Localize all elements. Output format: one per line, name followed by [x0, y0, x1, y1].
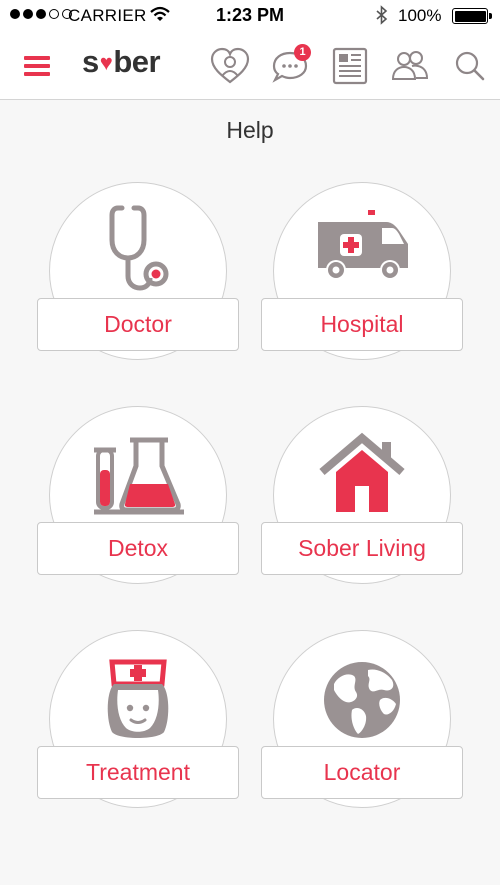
page-title: Help — [226, 117, 274, 143]
newspaper-icon[interactable] — [328, 46, 372, 86]
house-icon — [312, 420, 412, 520]
sober-living-button-label[interactable]: Sober Living — [261, 522, 463, 575]
app-logo: s♥ber — [82, 44, 161, 79]
detox-button-label[interactable]: Detox — [37, 522, 239, 575]
locator-tile[interactable]: Locator — [261, 630, 465, 810]
battery-icon — [452, 8, 492, 24]
battery-percentage: 100% — [398, 6, 442, 25]
heart-logo-icon: ♥ — [99, 50, 113, 75]
sober-living-tile[interactable]: Sober Living — [261, 406, 465, 586]
stethoscope-icon — [88, 196, 188, 296]
messages-badge: 1 — [294, 44, 311, 61]
heart-person-icon[interactable] — [208, 46, 252, 86]
ambulance-icon — [312, 196, 412, 296]
bluetooth-icon — [375, 5, 389, 30]
people-icon[interactable] — [388, 46, 432, 86]
nav-bar: s♥ber 1 — [0, 32, 500, 100]
lab-flasks-icon — [88, 420, 188, 520]
nurse-icon — [88, 644, 188, 744]
doctor-tile[interactable]: Doctor — [37, 182, 241, 362]
doctor-button-label[interactable]: Doctor — [37, 298, 239, 351]
status-bar: CARRIER 1:23 PM 100% — [0, 0, 500, 32]
search-icon[interactable] — [448, 46, 492, 86]
treatment-tile[interactable]: Treatment — [37, 630, 241, 810]
menu-button[interactable] — [20, 50, 52, 82]
hospital-button-label[interactable]: Hospital — [261, 298, 463, 351]
treatment-button-label[interactable]: Treatment — [37, 746, 239, 799]
detox-tile[interactable]: Detox — [37, 406, 241, 586]
hospital-tile[interactable]: Hospital — [261, 182, 465, 362]
globe-icon — [312, 644, 412, 744]
locator-button-label[interactable]: Locator — [261, 746, 463, 799]
chat-icon[interactable]: 1 — [268, 44, 312, 86]
